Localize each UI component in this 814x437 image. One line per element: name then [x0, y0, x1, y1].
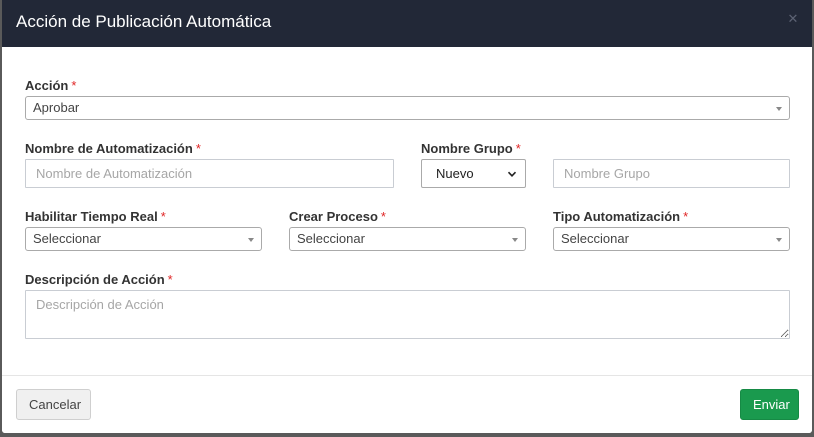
crear-proceso-label: Crear Proceso *	[289, 209, 386, 224]
habilitar-tiempo-real-select-value: Seleccionar	[33, 231, 101, 246]
nombre-grupo-input[interactable]	[553, 159, 790, 188]
nombre-automatizacion-input[interactable]	[25, 159, 394, 188]
nombre-grupo-select[interactable]: Nuevo	[421, 159, 526, 188]
habilitar-tiempo-real-label: Habilitar Tiempo Real *	[25, 209, 166, 224]
caret-down-icon	[776, 238, 782, 242]
crear-proceso-label-text: Crear Proceso	[289, 209, 378, 224]
required-marker: *	[167, 272, 173, 287]
nombre-grupo-label-text: Nombre Grupo	[421, 141, 513, 156]
habilitar-tiempo-real-label-text: Habilitar Tiempo Real	[25, 209, 158, 224]
descripcion-label: Descripción de Acción *	[25, 272, 173, 287]
crear-proceso-select[interactable]: Seleccionar	[289, 227, 526, 251]
accion-select[interactable]: Aprobar	[25, 96, 790, 120]
caret-down-icon	[248, 238, 254, 242]
caret-down-icon	[512, 238, 518, 242]
required-marker: *	[71, 78, 77, 93]
publication-action-modal: Acción de Publicación Automática ✕ Acció…	[2, 0, 812, 433]
caret-down-icon	[776, 107, 782, 111]
accion-label: Acción *	[25, 78, 76, 93]
accion-select-value: Aprobar	[33, 100, 80, 115]
nombre-grupo-select-value: Nuevo	[436, 166, 474, 181]
descripcion-textarea[interactable]	[25, 290, 790, 339]
chevron-down-icon	[507, 171, 517, 177]
send-button[interactable]: Enviar	[740, 389, 799, 420]
accion-label-text: Acción	[25, 78, 69, 93]
nombre-automatizacion-label: Nombre de Automatización *	[25, 141, 201, 156]
descripcion-label-text: Descripción de Acción	[25, 272, 165, 287]
required-marker: *	[515, 141, 521, 156]
modal-footer: Cancelar Enviar	[2, 375, 812, 433]
required-marker: *	[195, 141, 201, 156]
tipo-automatizacion-select[interactable]: Seleccionar	[553, 227, 790, 251]
cancel-button[interactable]: Cancelar	[16, 389, 91, 420]
required-marker: *	[160, 209, 166, 224]
modal-title: Acción de Publicación Automática	[16, 12, 272, 31]
modal-header: Acción de Publicación Automática ✕	[2, 0, 812, 47]
required-marker: *	[683, 209, 689, 224]
tipo-automatizacion-label: Tipo Automatización *	[553, 209, 688, 224]
modal-body: Acción * Aprobar Nombre de Automatización…	[2, 47, 812, 375]
tipo-automatizacion-select-value: Seleccionar	[561, 231, 629, 246]
crear-proceso-select-value: Seleccionar	[297, 231, 365, 246]
close-icon[interactable]: ✕	[786, 12, 800, 26]
tipo-automatizacion-label-text: Tipo Automatización	[553, 209, 681, 224]
habilitar-tiempo-real-select[interactable]: Seleccionar	[25, 227, 262, 251]
nombre-grupo-label: Nombre Grupo *	[421, 141, 521, 156]
required-marker: *	[380, 209, 386, 224]
nombre-automatizacion-label-text: Nombre de Automatización	[25, 141, 193, 156]
